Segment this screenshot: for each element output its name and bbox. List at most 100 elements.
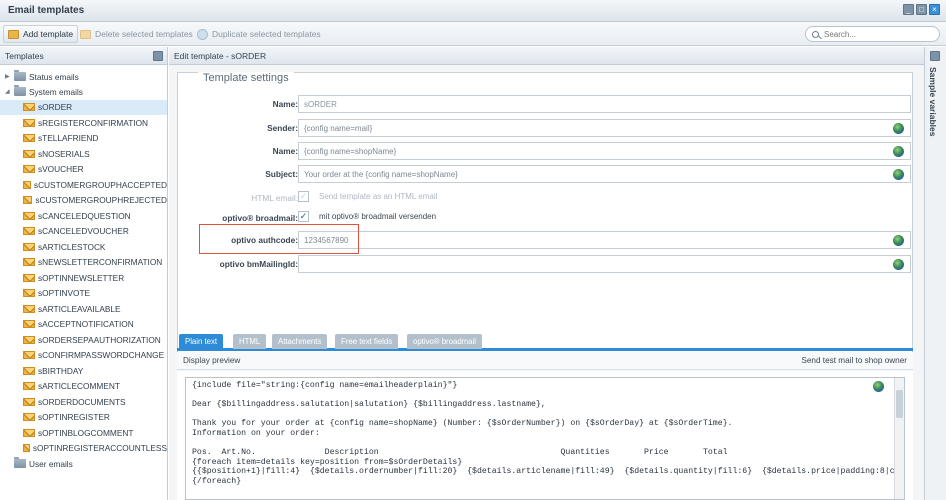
tree-item-label: sCUSTOMERGROUPHACCEPTED <box>33 179 167 190</box>
tree-item-template[interactable]: sCANCELEDVOUCHER <box>0 224 167 239</box>
tree-item-template[interactable]: sOPTINBLOGCOMMENT <box>0 425 167 440</box>
name-input[interactable]: sORDER <box>298 95 911 113</box>
translation-globe-icon[interactable] <box>893 235 904 246</box>
name-row: Name: sORDER <box>178 95 914 113</box>
optivo-authcode-input[interactable]: 1234567890 <box>298 231 911 249</box>
sender-value: {config name=mail} <box>304 124 373 133</box>
html-email-checkbox[interactable]: ✓ <box>298 191 309 202</box>
tree-item-template[interactable]: sORDER <box>0 99 167 115</box>
subject-value: Your order at the {config name=shopName} <box>304 170 458 179</box>
preview-area: {include file="string:{config name=email… <box>177 371 913 500</box>
tree-item-template[interactable]: sOPTINVOTE <box>0 286 167 301</box>
search-icon <box>812 30 819 38</box>
editor-scrollbar[interactable] <box>894 378 904 499</box>
subject-input[interactable]: Your order at the {config name=shopName} <box>298 165 911 183</box>
tree-item-template[interactable]: sCUSTOMERGROUPHREJECTED <box>0 193 167 208</box>
sample-variables-panel[interactable]: Sample variables <box>924 47 946 500</box>
collapse-panel-icon[interactable] <box>153 51 163 61</box>
email-template-icon <box>23 103 35 111</box>
tree-item-template[interactable]: sARTICLECOMMENT <box>0 379 167 394</box>
tab-free-text-fields[interactable]: Free text fields <box>335 334 399 349</box>
close-button[interactable]: × <box>929 4 940 15</box>
tree-item-template[interactable]: sCONFIRMPASSWORDCHANGE <box>0 348 167 363</box>
expand-arrow-icon[interactable]: ▶ <box>5 74 11 80</box>
email-template-icon <box>23 242 35 251</box>
email-template-icon <box>23 351 35 359</box>
tree-folder-label: System emails <box>29 86 83 97</box>
expand-panel-icon[interactable] <box>930 51 940 61</box>
from-name-label: Name: <box>272 146 298 156</box>
translation-globe-icon[interactable] <box>893 259 904 270</box>
plain-text-editor[interactable]: {include file="string:{config name=email… <box>185 377 905 500</box>
tree-item-template[interactable]: sOPTINREGISTERACCOUNTLESS <box>0 441 167 456</box>
tree-item-template[interactable]: sNEWSLETTERCONFIRMATION <box>0 255 167 270</box>
sample-variables-title: Sample variables <box>928 67 938 137</box>
tree-item-template[interactable]: sARTICLEAVAILABLE <box>0 301 167 316</box>
email-template-icon <box>23 227 35 235</box>
folder-icon <box>14 85 26 96</box>
tree-item-template[interactable]: sARTICLESTOCK <box>0 239 167 254</box>
delete-templates-button[interactable]: Delete selected templates <box>76 25 197 43</box>
duplicate-templates-button[interactable]: Duplicate selected templates <box>193 25 325 43</box>
translation-globe-icon[interactable] <box>893 146 904 157</box>
tab-attachments[interactable]: Attachments <box>272 334 328 349</box>
display-preview-button[interactable]: Display preview <box>183 356 240 365</box>
delete-email-icon <box>80 29 91 39</box>
send-test-mail-button[interactable]: Send test mail to shop owner <box>801 356 907 365</box>
code-line: Information on your order: <box>192 428 320 438</box>
sender-input[interactable]: {config name=mail} <box>298 119 911 137</box>
optivo-broadmail-checkbox[interactable]: ✓ <box>298 211 309 222</box>
tree-item-template[interactable]: sCANCELEDQUESTION <box>0 208 167 223</box>
folder-icon <box>14 457 26 468</box>
edit-template-title: Edit template - sORDER <box>174 51 267 61</box>
sender-label: Sender: <box>267 123 298 133</box>
add-template-button[interactable]: Add template <box>3 25 79 43</box>
tree-item-template[interactable]: sTELLAFRIEND <box>0 131 167 146</box>
tree-item-template[interactable]: sREGISTERCONFIRMATION <box>0 115 167 130</box>
translation-globe-icon[interactable] <box>893 123 904 134</box>
optivo-mailingid-row: optivo bmMailingId: <box>178 255 914 273</box>
name-label: Name: <box>272 99 298 109</box>
search-input[interactable] <box>824 29 924 39</box>
html-email-text: Send template as an HTML email <box>319 192 438 201</box>
email-template-icon <box>23 366 35 375</box>
tab-optivo-broadmail[interactable]: optivo® broadmail <box>407 334 482 349</box>
tab-html[interactable]: HTML <box>233 334 267 349</box>
tree-item-template[interactable]: sCUSTOMERGROUPHACCEPTED <box>0 177 167 192</box>
email-template-icon <box>23 382 35 390</box>
tree-item-label: sCANCELEDVOUCHER <box>38 226 129 236</box>
optivo-mailingid-input[interactable] <box>298 255 911 273</box>
email-template-icon <box>23 320 35 328</box>
email-template-icon <box>23 444 30 452</box>
translation-globe-icon[interactable] <box>893 169 904 180</box>
tree-item-template[interactable]: sNOSERIALS <box>0 146 167 161</box>
tree-item-label: sREGISTERCONFIRMATION <box>38 117 149 128</box>
code-line: {/foreach} <box>192 476 242 486</box>
search-field[interactable] <box>805 26 940 42</box>
translation-globe-icon[interactable] <box>873 381 884 392</box>
editor-scroll-thumb[interactable] <box>896 390 903 418</box>
collapse-arrow-icon[interactable]: ◢ <box>5 89 11 95</box>
tree-item-template[interactable]: sORDERDOCUMENTS <box>0 394 167 409</box>
tree-item-template[interactable]: sBIRTHDAY <box>0 363 167 378</box>
folder-icon <box>14 70 26 81</box>
from-name-input[interactable]: {config name=shopName} <box>298 142 911 160</box>
email-template-icon <box>23 413 35 421</box>
tree-item-template[interactable]: sOPTINNEWSLETTER <box>0 270 167 285</box>
maximize-button[interactable]: □ <box>916 4 927 15</box>
tree-item-template[interactable]: sACCEPTNOTIFICATION <box>0 317 167 332</box>
from-name-row: Name: {config name=shopName} <box>178 142 914 160</box>
tree-item-label: sARTICLECOMMENT <box>38 381 120 391</box>
tree-folder-system-emails[interactable]: ◢ System emails <box>0 84 167 99</box>
minimize-button[interactable]: _ <box>903 4 914 15</box>
tree-item-label: sTELLAFRIEND <box>38 133 99 143</box>
templates-panel-title: Templates <box>5 51 44 61</box>
tree-folder-user-emails[interactable]: User emails <box>0 456 167 471</box>
tree-item-template[interactable]: sORDERSEPAAUTHORIZATION <box>0 332 167 347</box>
tab-plain-text[interactable]: Plain text <box>179 334 224 349</box>
tree-folder-status-emails[interactable]: ▶ Status emails <box>0 69 167 84</box>
tree-item-template[interactable]: sVOUCHER <box>0 162 167 177</box>
code-line: Thank you for your order at {config name… <box>192 419 733 429</box>
tree-item-template[interactable]: sOPTINREGISTER <box>0 410 167 425</box>
